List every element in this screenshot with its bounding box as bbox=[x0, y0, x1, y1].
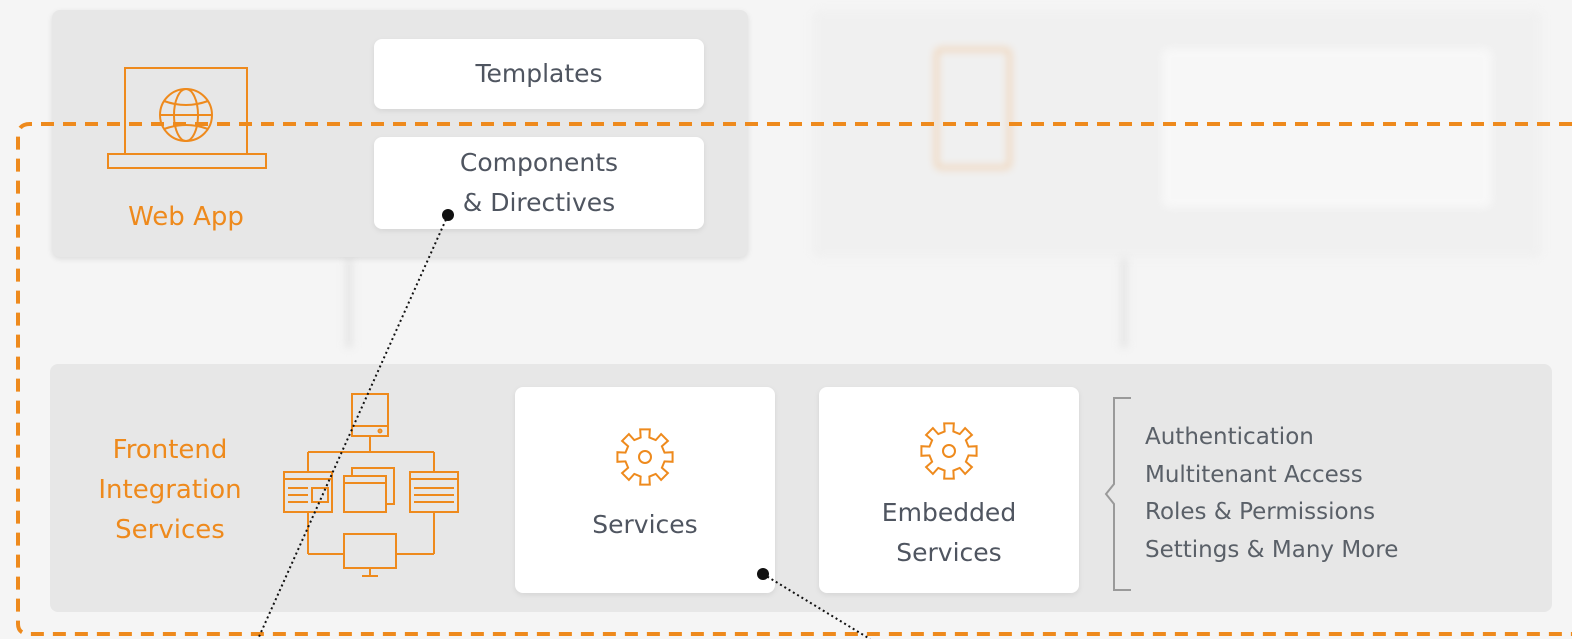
pointer-components bbox=[257, 209, 454, 639]
pointer-services bbox=[757, 568, 871, 639]
pointer-lines bbox=[257, 209, 871, 639]
